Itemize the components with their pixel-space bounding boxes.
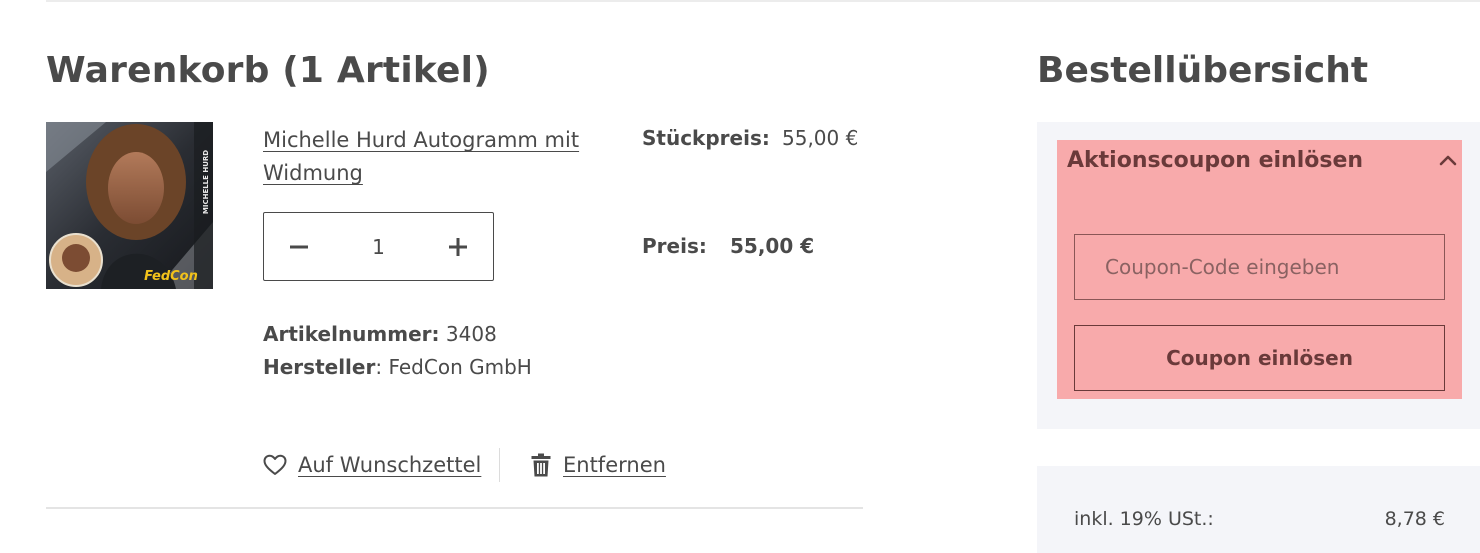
trash-icon bbox=[531, 453, 551, 477]
cart-item-divider bbox=[46, 507, 863, 509]
quantity-stepper: 1 bbox=[263, 212, 494, 281]
image-logo: FedCon bbox=[144, 269, 198, 284]
product-image[interactable]: MICHELLE HURD FedCon bbox=[46, 122, 213, 289]
add-to-wishlist-link[interactable]: Auf Wunschzettel bbox=[263, 450, 481, 480]
coupon-code-input[interactable] bbox=[1074, 234, 1445, 300]
article-number-value: 3408 bbox=[445, 322, 497, 346]
manufacturer-value: FedCon GmbH bbox=[388, 355, 532, 379]
cart-title: Warenkorb (1 Artikel) bbox=[46, 50, 490, 91]
article-number: Artikelnummer: 3408 bbox=[263, 322, 497, 346]
quantity-value[interactable]: 1 bbox=[334, 213, 423, 280]
plus-icon bbox=[449, 237, 467, 256]
action-divider bbox=[499, 448, 500, 482]
remove-item-link[interactable]: Entfernen bbox=[531, 450, 666, 480]
tax-value: 8,78 € bbox=[1384, 508, 1445, 530]
coupon-accordion-header[interactable]: Aktionscoupon einlösen bbox=[1067, 144, 1457, 176]
product-name-link[interactable]: Michelle Hurd Autogramm mit Widmung bbox=[263, 124, 593, 190]
coupon-header-title: Aktionscoupon einlösen bbox=[1067, 147, 1364, 173]
remove-label: Entfernen bbox=[563, 453, 666, 477]
heart-icon bbox=[263, 454, 287, 475]
price-label: Preis: bbox=[642, 234, 707, 258]
article-number-label: Artikelnummer: bbox=[263, 322, 440, 346]
chevron-up-icon bbox=[1439, 155, 1457, 166]
manufacturer: Hersteller: FedCon GmbH bbox=[263, 355, 532, 379]
minus-icon bbox=[290, 245, 308, 248]
top-divider bbox=[46, 0, 1480, 2]
unit-price-value: 55,00 € bbox=[782, 126, 859, 150]
manufacturer-label: Hersteller bbox=[263, 355, 376, 379]
increase-quantity-button[interactable] bbox=[423, 213, 493, 280]
product-photo: MICHELLE HURD FedCon bbox=[46, 122, 213, 289]
decrease-quantity-button[interactable] bbox=[264, 213, 334, 280]
wishlist-label: Auf Wunschzettel bbox=[298, 453, 482, 477]
unit-price-label: Stückpreis: bbox=[642, 126, 770, 150]
image-caption: MICHELLE HURD bbox=[202, 150, 210, 214]
redeem-coupon-button[interactable]: Coupon einlösen bbox=[1074, 325, 1445, 391]
tax-label: inkl. 19% USt.: bbox=[1074, 508, 1214, 530]
order-summary-title: Bestellübersicht bbox=[1037, 50, 1369, 91]
price-value: 55,00 € bbox=[730, 234, 815, 258]
